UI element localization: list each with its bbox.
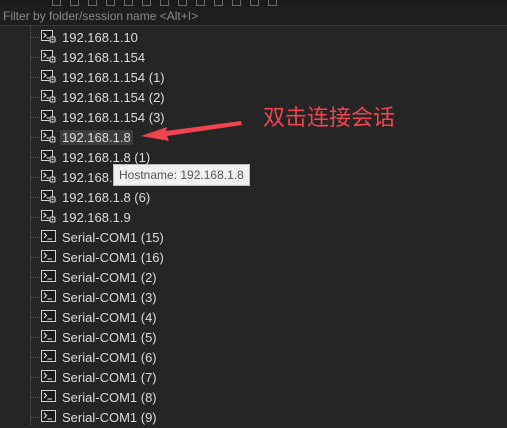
annotation-arrow (141, 121, 242, 141)
annotation-text: 双击连接会话 (263, 105, 396, 130)
